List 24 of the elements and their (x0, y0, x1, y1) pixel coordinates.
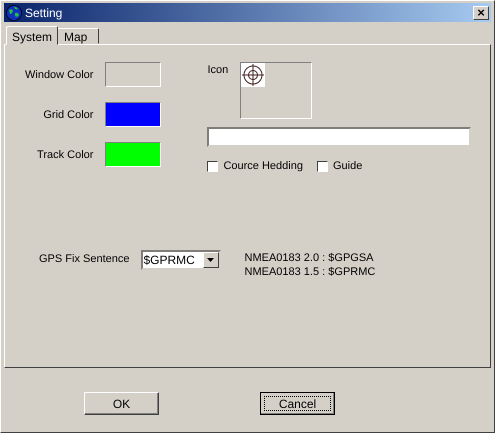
close-button[interactable]: × (473, 6, 489, 20)
window-title: Setting (25, 6, 64, 20)
color-label: Grid Color (43, 108, 94, 120)
gps-label: GPS Fix Sentence (39, 252, 130, 265)
dialog-button[interactable]: Cancel (260, 392, 335, 415)
crosshair-icon (241, 63, 266, 87)
checkbox[interactable] (316, 160, 328, 172)
color-swatch[interactable] (105, 102, 162, 127)
path-field[interactable] (207, 127, 472, 147)
sentence-dropdown[interactable]: $GPRMC (140, 250, 220, 270)
nmea-note: NMEA0183 1.5 : $GPRMC (244, 266, 376, 278)
color-swatch[interactable] (105, 142, 162, 167)
color-label: Track Color (37, 148, 94, 160)
color-swatch[interactable] (105, 62, 162, 87)
tab[interactable]: System (6, 26, 58, 45)
tab[interactable]: Map (57, 28, 100, 44)
checkbox-label: Cource Hedding (223, 160, 303, 172)
color-label: Window Color (25, 68, 94, 80)
globe-icon (6, 4, 22, 20)
checkbox[interactable] (207, 160, 218, 172)
icon-label: Icon (207, 63, 228, 78)
checkbox-label: Guide (332, 160, 362, 172)
dialog-button[interactable]: OK (84, 392, 159, 415)
nmea-note: NMEA0183 2.0 : $GPGSA (244, 252, 375, 264)
